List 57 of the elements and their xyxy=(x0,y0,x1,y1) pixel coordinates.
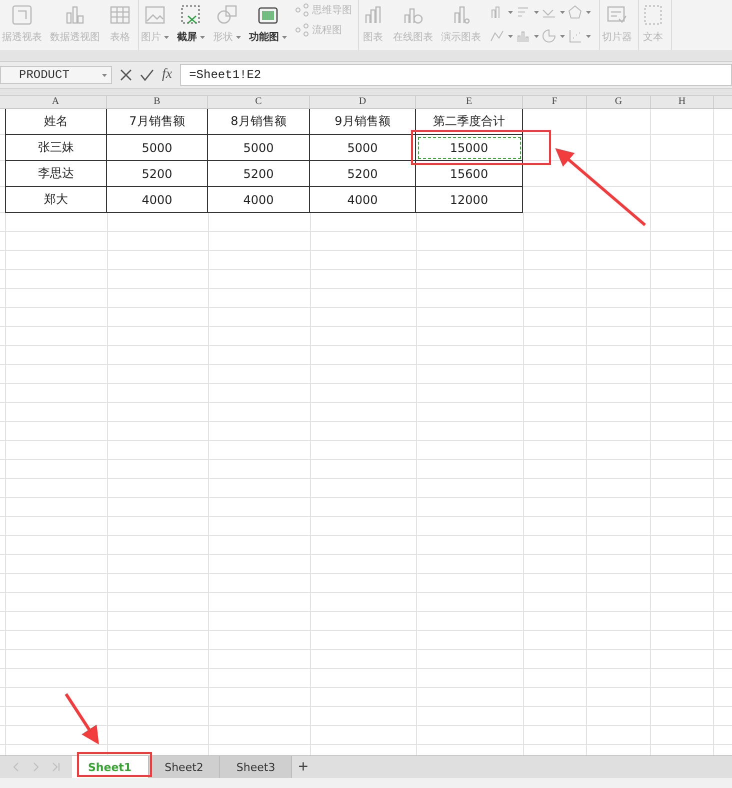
ribbon-button[interactable]: 截屏 xyxy=(177,30,197,44)
table-cell: 李思达 xyxy=(5,161,107,187)
table-cell: 7月销售额 xyxy=(107,109,208,135)
table-cell: 15000 xyxy=(416,135,523,161)
table-cell: 8月销售额 xyxy=(208,109,310,135)
table-cell: 5200 xyxy=(310,161,416,187)
table-cell: 4000 xyxy=(208,187,310,213)
table-cell: 4000 xyxy=(310,187,416,213)
cancel-icon[interactable] xyxy=(120,69,132,81)
ribbon-button[interactable]: 功能图 xyxy=(249,30,279,44)
column-header[interactable]: D xyxy=(310,96,416,108)
insert-function-button[interactable]: fx xyxy=(162,67,172,83)
table-cell: 郑大 xyxy=(5,187,107,213)
caret-icon xyxy=(586,10,591,14)
column-header[interactable]: C xyxy=(208,96,310,108)
column-header[interactable]: G xyxy=(587,96,651,108)
caret-icon xyxy=(236,36,241,38)
table-cell: 4000 xyxy=(107,187,208,213)
table-cell: 第二季度合计 xyxy=(416,109,523,135)
caret-icon xyxy=(164,36,169,38)
column-header[interactable]: H xyxy=(651,96,714,108)
table-cell: 张三妹 xyxy=(5,135,107,161)
caret-icon xyxy=(534,34,539,38)
check-icon[interactable] xyxy=(140,69,154,81)
column-header[interactable]: A xyxy=(5,96,107,108)
formula-field[interactable]: =Sheet1!E2 xyxy=(180,64,732,86)
caret-icon xyxy=(508,10,513,14)
table-cell: 5200 xyxy=(208,161,310,187)
caret-icon xyxy=(534,10,539,14)
column-header[interactable]: F xyxy=(523,96,587,108)
chevron-right-icon[interactable] xyxy=(32,762,40,772)
sheet-tab[interactable]: Sheet2 xyxy=(148,756,220,778)
sheet-tab[interactable]: Sheet3 xyxy=(220,756,292,778)
table-cell: 姓名 xyxy=(5,109,107,135)
chevron-left-icon[interactable] xyxy=(12,762,20,772)
last-sheet-icon[interactable] xyxy=(52,762,60,772)
table-cell: 5000 xyxy=(107,135,208,161)
mind-map-icon xyxy=(295,3,309,17)
caret-icon xyxy=(508,34,513,38)
caret-icon xyxy=(200,36,205,38)
column-header[interactable]: E xyxy=(416,96,523,108)
caret-icon xyxy=(282,36,287,38)
table-cell: 9月销售额 xyxy=(310,109,416,135)
caret-icon xyxy=(560,10,565,14)
table-cell: 15600 xyxy=(416,161,523,187)
caret-icon xyxy=(560,34,565,38)
caret-icon xyxy=(586,34,591,38)
table-cell: 5000 xyxy=(208,135,310,161)
name-box[interactable]: PRODUCT xyxy=(0,66,112,84)
column-header[interactable]: B xyxy=(107,96,208,108)
table-cell: 5200 xyxy=(107,161,208,187)
caret-icon xyxy=(102,74,107,76)
add-sheet-button[interactable]: + xyxy=(292,757,314,777)
pivot-table-icon xyxy=(10,3,34,27)
arrow xyxy=(64,693,99,745)
table-cell: 12000 xyxy=(416,187,523,213)
table-cell: 5000 xyxy=(310,135,416,161)
